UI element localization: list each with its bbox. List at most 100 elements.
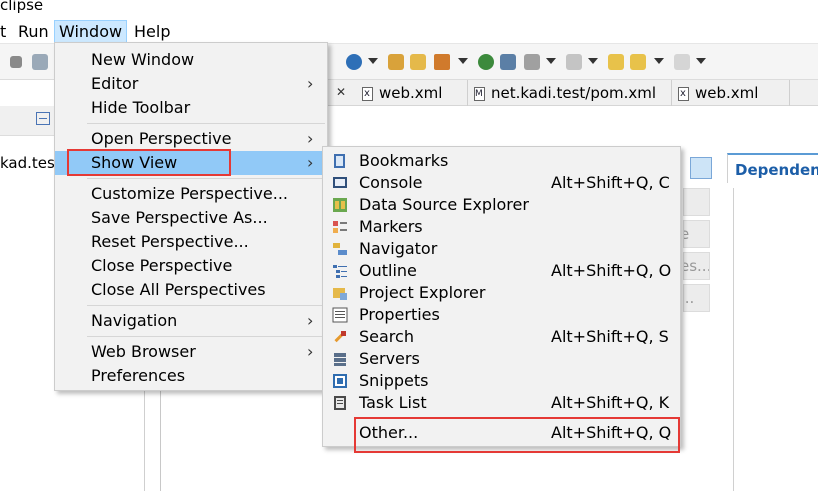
menu-item-project-explorer[interactable]: Project Explorer: [323, 281, 680, 305]
menu-item-close-all-perspectives[interactable]: Close All Perspectives: [55, 278, 327, 302]
tab-label: web.xml: [695, 84, 759, 102]
window-title: clipse: [0, 0, 44, 14]
next-annotation-icon[interactable]: [566, 54, 582, 70]
pane-button[interactable]: ...: [683, 284, 710, 312]
menu-item-reset-perspective[interactable]: Reset Perspective...: [55, 230, 327, 254]
menu-item-search[interactable]: Search Alt+Shift+Q, S: [323, 325, 680, 349]
task-list-icon: [334, 396, 346, 410]
annotation-highlight-show-view: [67, 149, 231, 176]
menu-item-snippets[interactable]: Snippets: [323, 369, 680, 393]
console-icon: [333, 177, 347, 188]
menu-item-label: Markers: [359, 217, 423, 236]
shortcut-label: Alt+Shift+Q, S: [551, 327, 669, 346]
shortcut-label: Alt+Shift+Q, O: [551, 261, 672, 280]
servers-icon: [334, 353, 346, 366]
menu-item-servers[interactable]: Servers: [323, 347, 680, 371]
window-menu: New Window Editor › Hide Toolbar Open Per…: [54, 42, 328, 391]
menu-item-close-perspective[interactable]: Close Perspective: [55, 254, 327, 278]
pane-button[interactable]: [683, 188, 710, 216]
menu-item-label: Bookmarks: [359, 151, 449, 170]
menu-item-label: Web Browser: [91, 342, 196, 361]
markers-icon: [333, 221, 347, 233]
run-config-icon[interactable]: [500, 54, 516, 70]
menu-item-label: Servers: [359, 349, 420, 368]
menu-item-partial[interactable]: t: [0, 20, 10, 43]
disconnect-icon[interactable]: [32, 54, 48, 70]
chevron-right-icon: ›: [307, 311, 314, 330]
chevron-down-icon[interactable]: [654, 58, 664, 64]
menu-item-data-source-explorer[interactable]: Data Source Explorer: [323, 193, 680, 217]
data-source-icon: [333, 198, 347, 212]
menu-item-navigator[interactable]: Navigator: [323, 237, 680, 261]
menu-item-bookmarks[interactable]: Bookmarks: [323, 149, 680, 173]
menu-item-outline[interactable]: Outline Alt+Shift+Q, O: [323, 259, 680, 283]
menu-separator: [87, 123, 325, 124]
maven-file-icon: [474, 81, 485, 107]
pane-button[interactable]: es...: [683, 252, 710, 280]
shortcut-label: Alt+Shift+Q, K: [551, 393, 670, 412]
menu-item-navigation[interactable]: Navigation ›: [55, 309, 327, 333]
chevron-down-icon[interactable]: [546, 58, 556, 64]
menu-item-label: Open Perspective: [91, 129, 232, 148]
stop-icon[interactable]: [10, 56, 22, 68]
menu-item-label: Snippets: [359, 371, 429, 390]
tab-web-xml[interactable]: web.xml: [356, 80, 468, 107]
menu-item-open-perspective[interactable]: Open Perspective ›: [55, 127, 327, 151]
menu-item-label: Reset Perspective...: [91, 232, 249, 251]
last-edit-icon[interactable]: [608, 54, 624, 70]
new-java-icon[interactable]: [346, 54, 362, 70]
menu-item-new-window[interactable]: New Window: [55, 48, 327, 72]
toggle-view-icon[interactable]: [690, 157, 712, 179]
navigator-icon: [333, 243, 347, 255]
menu-help[interactable]: Help: [130, 20, 174, 43]
menu-item-preferences[interactable]: Preferences: [55, 364, 327, 388]
outline-icon: [333, 265, 347, 278]
tab-pom-xml[interactable]: net.kadi.test/pom.xml: [468, 80, 672, 107]
show-view-submenu: Bookmarks Console Alt+Shift+Q, C Data So…: [322, 146, 681, 447]
xml-file-icon: [678, 81, 689, 107]
menu-item-label: Project Explorer: [359, 283, 486, 302]
annotation-highlight-other: [354, 417, 680, 453]
tab-label: net.kadi.test/pom.xml: [491, 84, 657, 102]
menu-item-web-browser[interactable]: Web Browser ›: [55, 340, 327, 364]
menu-item-console[interactable]: Console Alt+Shift+Q, C: [323, 171, 680, 195]
menu-item-save-perspective[interactable]: Save Perspective As...: [55, 206, 327, 230]
menu-separator: [87, 336, 325, 337]
snippets-icon: [333, 374, 347, 388]
annotation-icon[interactable]: [524, 54, 540, 70]
menu-item-hide-toolbar[interactable]: Hide Toolbar: [55, 96, 327, 120]
back-arrow-icon[interactable]: [630, 54, 646, 70]
menu-run[interactable]: Run: [14, 20, 53, 43]
menu-item-label: New Window: [91, 50, 195, 69]
chevron-down-icon[interactable]: [458, 58, 468, 64]
menu-item-customize-perspective[interactable]: Customize Perspective...: [55, 182, 327, 206]
search-icon[interactable]: [434, 54, 450, 70]
menu-item-label: Customize Perspective...: [91, 184, 288, 203]
pane-button[interactable]: e: [683, 220, 710, 248]
chevron-down-icon[interactable]: [696, 58, 706, 64]
chevron-down-icon[interactable]: [588, 58, 598, 64]
forward-arrow-icon[interactable]: [674, 54, 690, 70]
minimize-icon[interactable]: [36, 112, 50, 125]
tree-item-project[interactable]: kad.tes: [0, 154, 55, 172]
tab-web-xml-2[interactable]: web.xml: [672, 80, 790, 107]
search-icon: [334, 331, 346, 343]
menu-item-label: Editor: [91, 74, 139, 93]
menu-item-label: Navigation: [91, 311, 178, 330]
open-folder-icon[interactable]: [410, 54, 426, 70]
menu-item-label: Properties: [359, 305, 440, 324]
shortcut-label: Alt+Shift+Q, C: [551, 173, 670, 192]
menu-window[interactable]: Window: [54, 20, 128, 43]
menu-item-label: Close All Perspectives: [91, 280, 266, 299]
globe-icon[interactable]: [478, 54, 494, 70]
menu-item-markers[interactable]: Markers: [323, 215, 680, 239]
open-type-icon[interactable]: [388, 54, 404, 70]
menu-item-label: Data Source Explorer: [359, 195, 529, 214]
tab-dependencies[interactable]: Dependenc: [727, 153, 818, 183]
close-icon[interactable]: ✕: [336, 85, 346, 99]
menu-separator: [87, 178, 325, 179]
chevron-down-icon[interactable]: [368, 58, 378, 64]
menu-item-task-list[interactable]: Task List Alt+Shift+Q, K: [323, 391, 680, 415]
menu-item-editor[interactable]: Editor ›: [55, 72, 327, 96]
menu-item-properties[interactable]: Properties: [323, 303, 680, 327]
